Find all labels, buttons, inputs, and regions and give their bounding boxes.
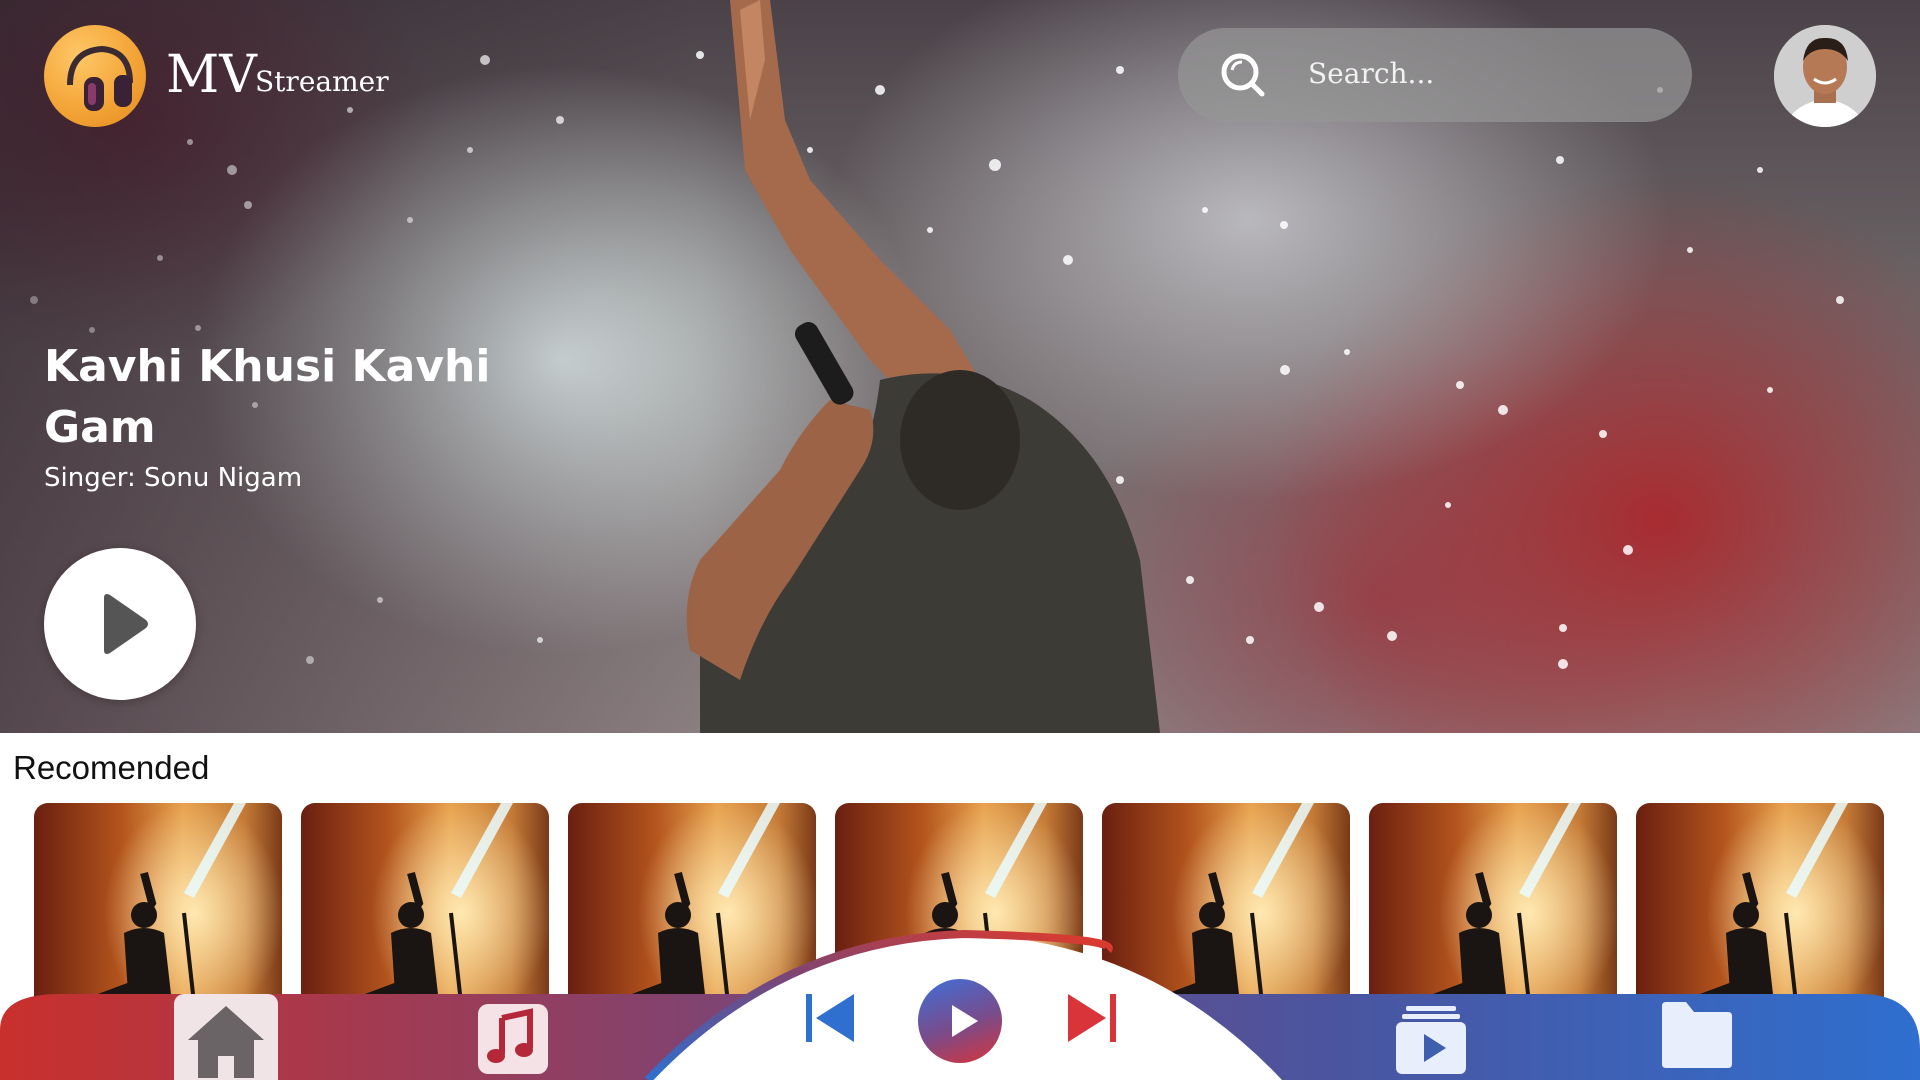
search-input[interactable]: Search...	[1308, 54, 1434, 94]
previous-icon	[806, 994, 854, 1042]
brand-subtitle: Streamer	[255, 65, 389, 98]
recommended-heading: Recomended	[13, 749, 210, 786]
next-track-button[interactable]	[1064, 990, 1120, 1046]
play-icon	[104, 594, 148, 654]
music-note-icon	[487, 1008, 533, 1063]
search-icon	[1221, 53, 1265, 97]
brand-name: MV	[166, 45, 257, 105]
playlist-icon	[1396, 1006, 1466, 1074]
player-play-button[interactable]	[918, 979, 1002, 1063]
nav-home-button[interactable]	[174, 994, 278, 1080]
featured-singer: Singer: Sonu Nigam	[44, 463, 303, 493]
featured-play-button[interactable]	[44, 548, 196, 700]
previous-track-button[interactable]	[802, 990, 858, 1046]
avatar-icon	[1774, 25, 1876, 127]
home-icon	[188, 1006, 264, 1078]
search-bar[interactable]: Search...	[1178, 28, 1692, 122]
headphones-icon	[67, 45, 133, 111]
nav-music-button[interactable]	[478, 1004, 548, 1074]
nav-folder-button[interactable]	[1660, 1000, 1734, 1070]
play-icon	[952, 1005, 978, 1037]
app-logo[interactable]	[44, 25, 146, 127]
featured-song-title: Kavhi Khusi Kavhi Gam	[44, 341, 491, 453]
user-avatar[interactable]	[1774, 25, 1876, 127]
folder-icon	[1662, 1002, 1732, 1068]
next-icon	[1068, 994, 1116, 1042]
nav-playlist-button[interactable]	[1394, 1002, 1468, 1076]
